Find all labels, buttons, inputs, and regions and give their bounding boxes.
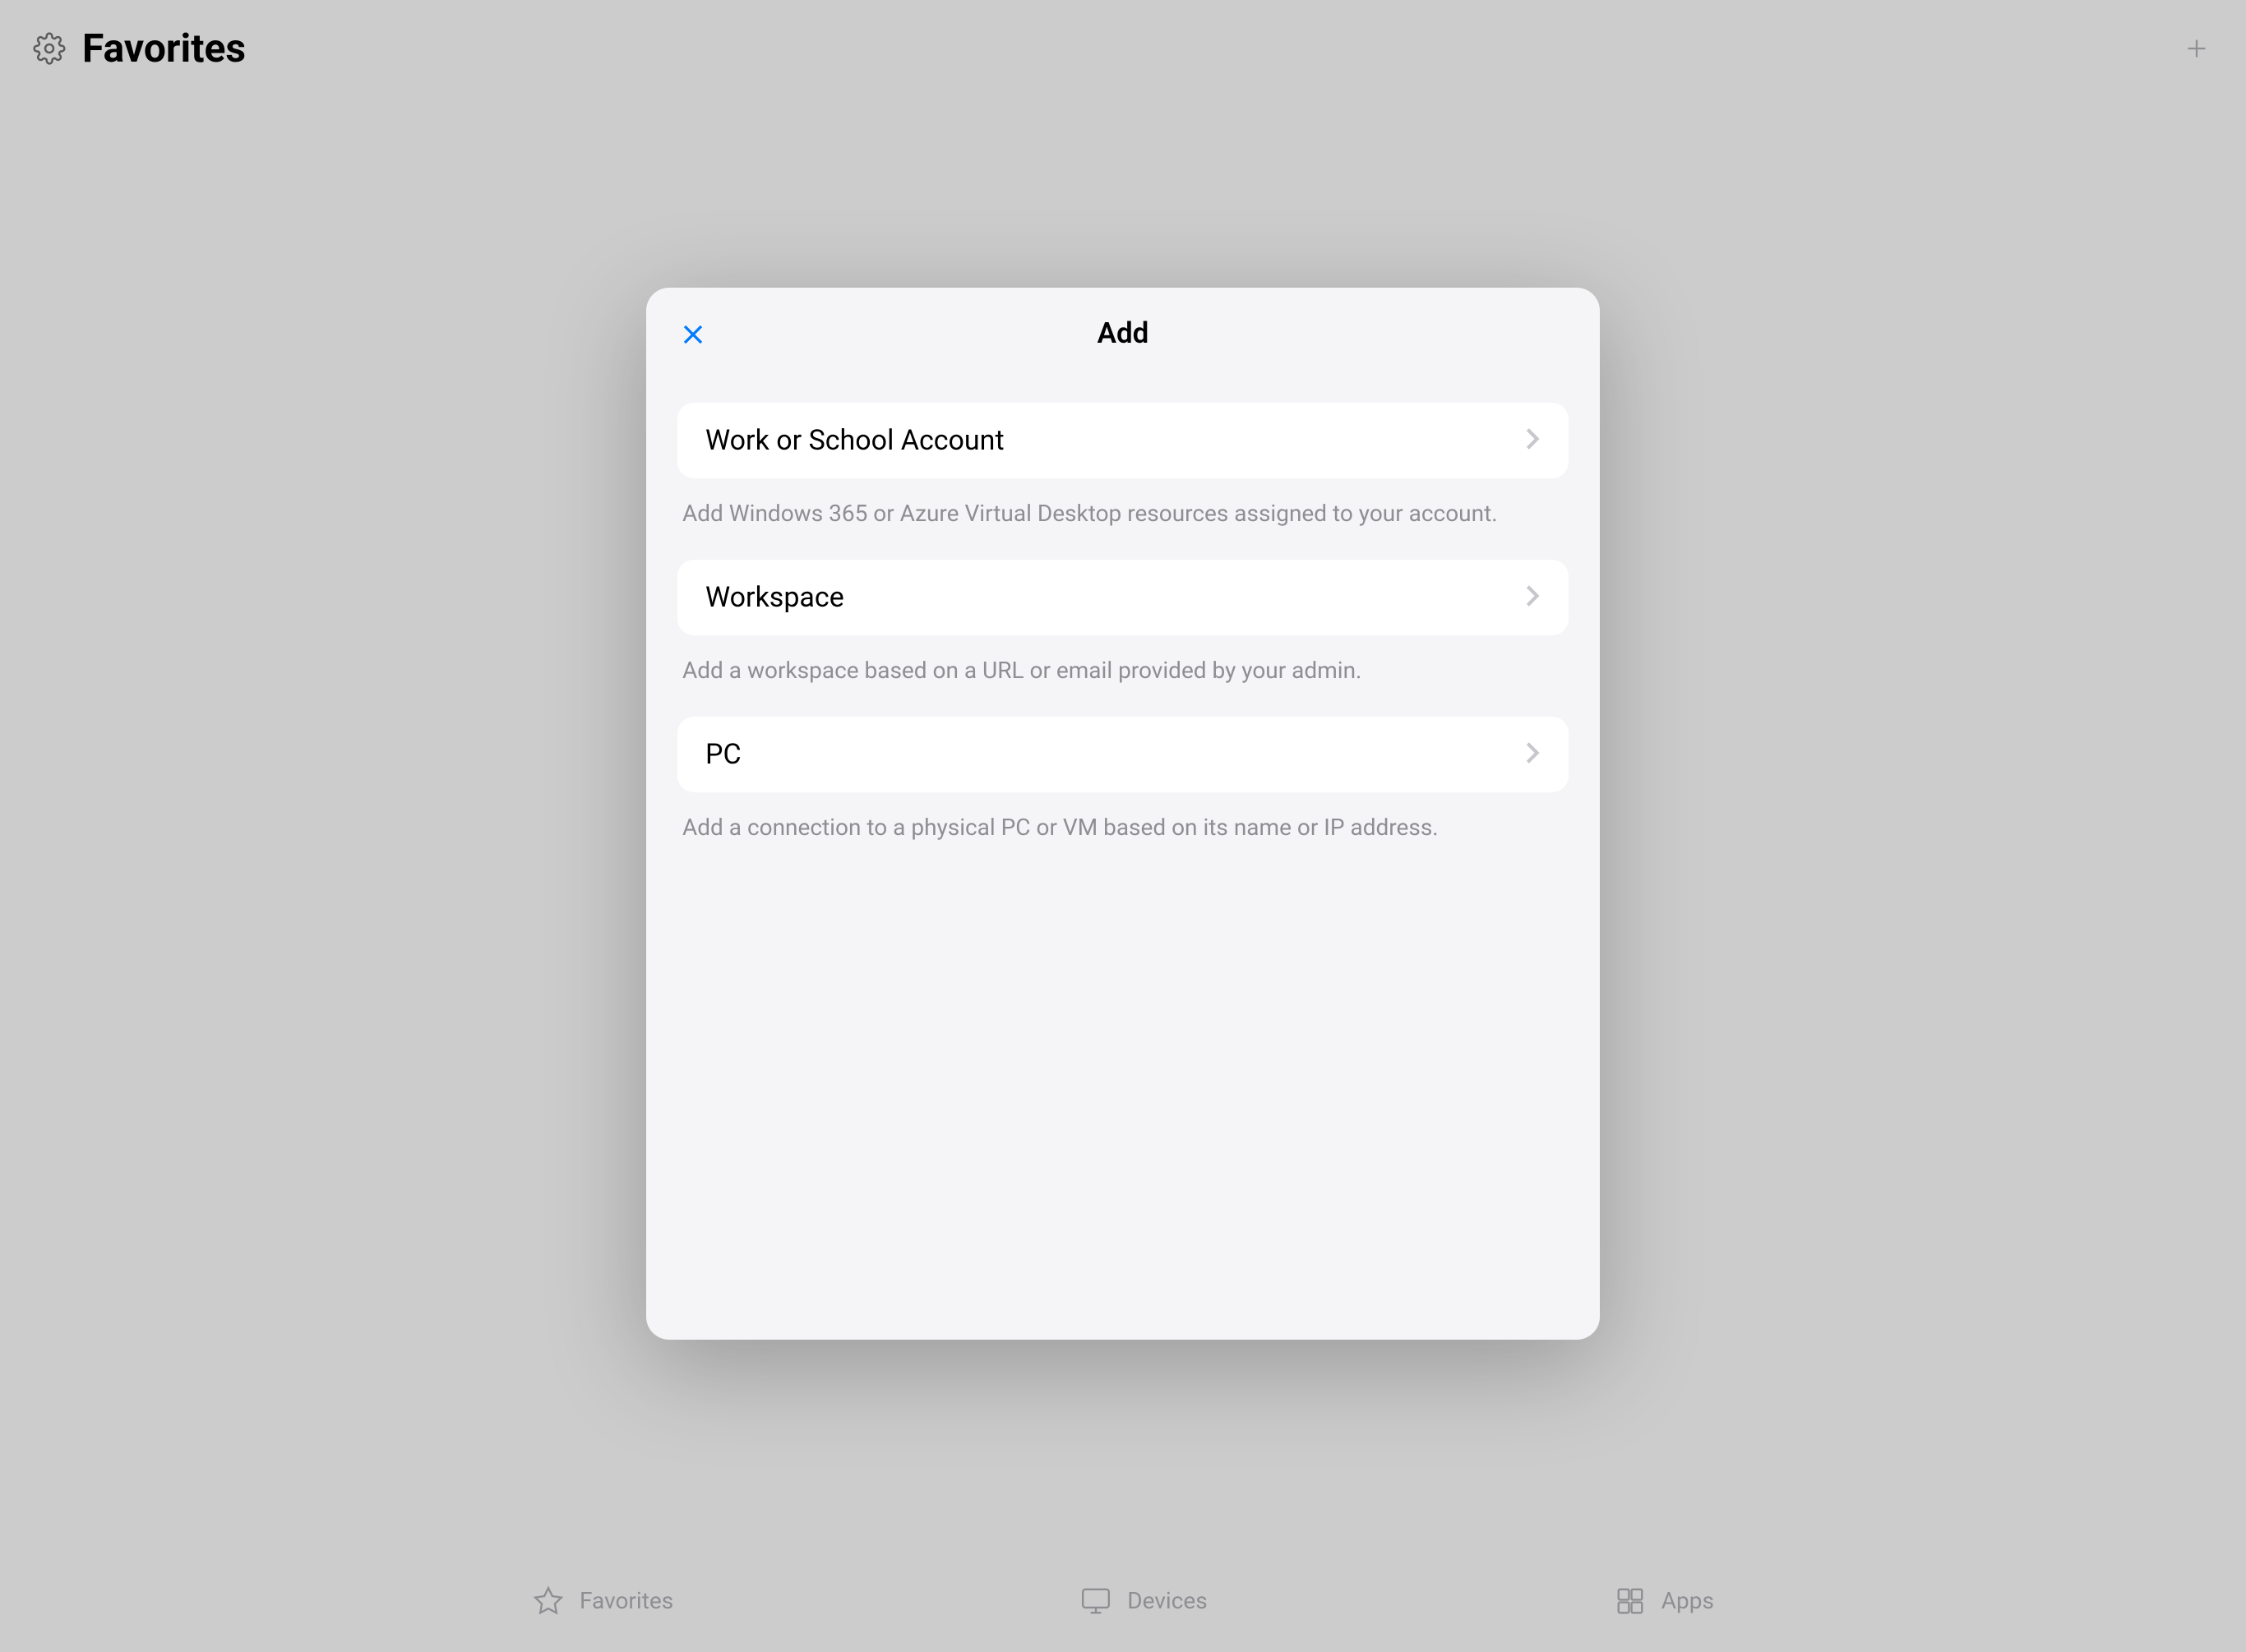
- tab-label: Favorites: [580, 1587, 673, 1614]
- option-label: PC: [705, 738, 742, 771]
- tab-bar: Favorites Devices Apps: [0, 1549, 2246, 1652]
- modal-header: Add: [646, 288, 1600, 378]
- chevron-right-icon: [1524, 741, 1541, 768]
- option-label: Workspace: [705, 581, 844, 614]
- option-description: Add Windows 365 or Azure Virtual Desktop…: [677, 478, 1569, 527]
- modal-body: Work or School Account Add Windows 365 o…: [646, 378, 1600, 898]
- tab-favorites[interactable]: Favorites: [532, 1585, 673, 1617]
- tab-apps[interactable]: Apps: [1614, 1585, 1714, 1617]
- close-button[interactable]: [675, 316, 711, 353]
- tab-label: Apps: [1661, 1587, 1714, 1614]
- chevron-right-icon: [1524, 584, 1541, 611]
- tab-label: Devices: [1127, 1587, 1207, 1614]
- option-pc[interactable]: PC: [677, 717, 1569, 792]
- modal-backdrop: Add Work or School Account Add Windows 3…: [0, 0, 2246, 1652]
- option-work-school-account[interactable]: Work or School Account: [677, 403, 1569, 478]
- tab-devices[interactable]: Devices: [1079, 1585, 1207, 1617]
- modal-title: Add: [1098, 316, 1149, 350]
- option-workspace[interactable]: Workspace: [677, 560, 1569, 635]
- option-description: Add a workspace based on a URL or email …: [677, 635, 1569, 684]
- chevron-right-icon: [1524, 427, 1541, 455]
- option-description: Add a connection to a physical PC or VM …: [677, 792, 1569, 841]
- option-label: Work or School Account: [705, 424, 1005, 457]
- star-icon: [532, 1585, 565, 1617]
- apps-icon: [1614, 1585, 1647, 1617]
- add-modal: Add Work or School Account Add Windows 3…: [646, 288, 1600, 1340]
- monitor-icon: [1079, 1585, 1112, 1617]
